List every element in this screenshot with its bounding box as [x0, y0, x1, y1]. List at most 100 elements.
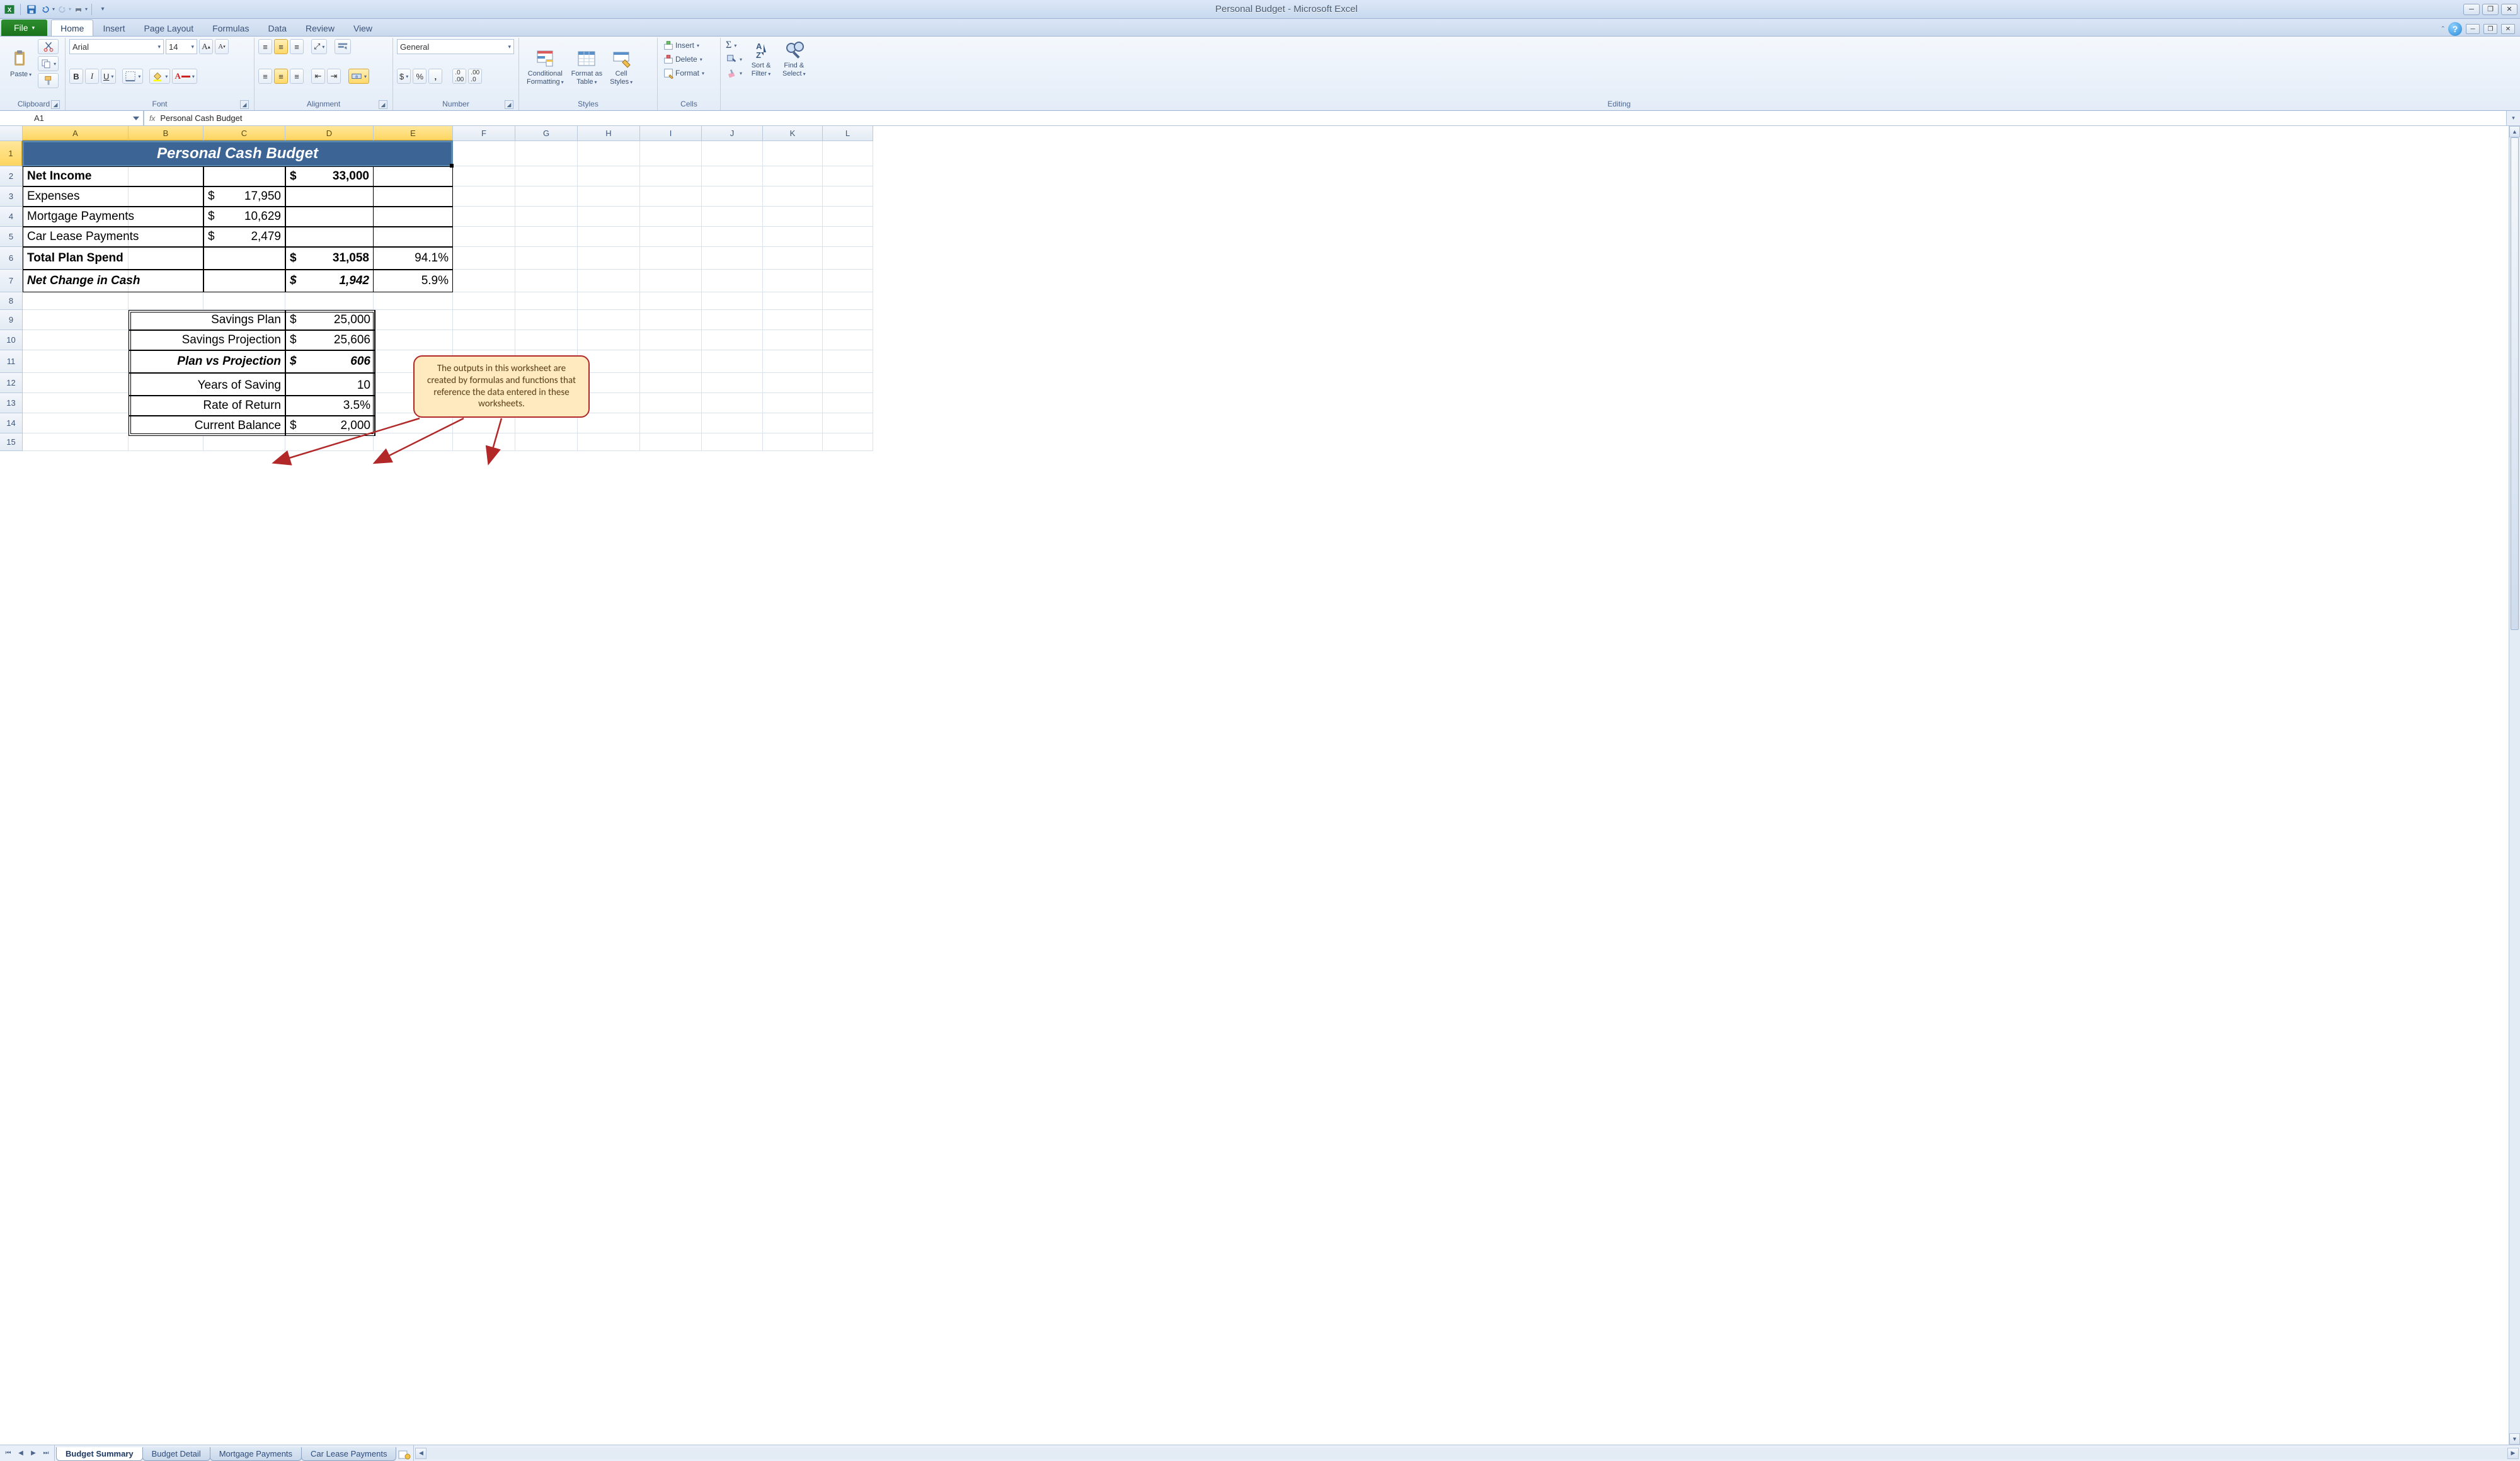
row-header-10[interactable]: 10 — [0, 330, 23, 350]
col-header-B[interactable]: B — [129, 126, 203, 141]
row-header-5[interactable]: 5 — [0, 227, 23, 247]
scroll-left-button[interactable]: ◀ — [415, 1448, 427, 1459]
delete-cells-button[interactable]: Delete — [662, 53, 716, 66]
fill-color-button[interactable] — [149, 69, 170, 84]
cell-b13[interactable]: Rate of Return — [129, 396, 285, 416]
format-as-table-button[interactable]: Format as Table — [568, 39, 607, 96]
row-header-9[interactable]: 9 — [0, 310, 23, 330]
cell-d9[interactable]: $25,000 — [285, 310, 375, 330]
close-button[interactable]: ✕ — [2501, 4, 2517, 15]
ribbon-minimize-icon[interactable]: ˆ — [2442, 25, 2444, 34]
insert-cells-button[interactable]: Insert — [662, 39, 716, 52]
font-size-combo[interactable]: 14▾ — [166, 39, 197, 54]
redo-icon[interactable] — [57, 3, 71, 16]
align-middle-icon[interactable]: ≡ — [274, 39, 288, 54]
cell-e6[interactable]: 94.1% — [374, 247, 453, 270]
tab-insert[interactable]: Insert — [93, 20, 134, 36]
cell-c7[interactable] — [203, 270, 285, 292]
horizontal-scrollbar[interactable]: ◀ ▶ — [413, 1445, 2520, 1461]
row-header-14[interactable]: 14 — [0, 413, 23, 433]
cell-e3[interactable] — [374, 186, 453, 207]
undo-icon[interactable] — [41, 3, 55, 16]
col-header-K[interactable]: K — [763, 126, 823, 141]
sheet-tab-car-lease-payments[interactable]: Car Lease Payments — [301, 1447, 396, 1461]
workbook-close-button[interactable]: ✕ — [2501, 24, 2515, 34]
cell-a7[interactable]: Net Change in Cash — [23, 270, 203, 292]
paste-button[interactable]: Paste — [6, 39, 35, 88]
cell-c3[interactable]: $17,950 — [203, 186, 285, 207]
row-header-13[interactable]: 13 — [0, 393, 23, 413]
increase-indent-icon[interactable]: ⇥ — [327, 69, 341, 84]
decrease-indent-icon[interactable]: ⇤ — [311, 69, 325, 84]
find-select-button[interactable]: Find & Select — [779, 39, 810, 79]
cell-d2[interactable]: $33,000 — [285, 166, 374, 186]
row-header-2[interactable]: 2 — [0, 166, 23, 186]
row-header-3[interactable]: 3 — [0, 186, 23, 207]
sheet-tab-budget-detail[interactable]: Budget Detail — [142, 1447, 210, 1461]
expand-formula-bar[interactable]: ▾ — [2506, 111, 2520, 125]
row-header-7[interactable]: 7 — [0, 270, 23, 292]
row-header-11[interactable]: 11 — [0, 350, 23, 373]
cell-d6[interactable]: $31,058 — [285, 247, 374, 270]
row-header-8[interactable]: 8 — [0, 292, 23, 310]
tab-prev-icon[interactable]: ◀ — [15, 1448, 26, 1459]
sort-filter-button[interactable]: AZ Sort & Filter — [747, 39, 775, 79]
cell-d4[interactable] — [285, 207, 374, 227]
qat-customize-icon[interactable]: ▾ — [96, 3, 110, 16]
font-color-button[interactable]: A — [172, 69, 197, 84]
cell-a2[interactable]: Net Income — [23, 166, 203, 186]
cell-b14[interactable]: Current Balance — [129, 416, 285, 436]
cell-c5[interactable]: $2,479 — [203, 227, 285, 247]
tab-view[interactable]: View — [344, 20, 382, 36]
tab-review[interactable]: Review — [296, 20, 344, 36]
row-header-12[interactable]: 12 — [0, 373, 23, 393]
save-icon[interactable] — [25, 3, 38, 16]
copy-icon[interactable] — [38, 56, 59, 71]
sheet-tab-budget-summary[interactable]: Budget Summary — [56, 1447, 143, 1461]
tab-home[interactable]: Home — [51, 20, 93, 36]
clipboard-launcher[interactable]: ◢ — [51, 100, 60, 109]
align-bottom-icon[interactable]: ≡ — [290, 39, 304, 54]
align-left-icon[interactable]: ≡ — [258, 69, 272, 84]
align-center-icon[interactable]: ≡ — [274, 69, 288, 84]
cell-title[interactable]: Personal Cash Budget — [23, 141, 452, 166]
col-header-H[interactable]: H — [578, 126, 640, 141]
cell-d10[interactable]: $25,606 — [285, 330, 375, 350]
cell-a3[interactable]: Expenses — [23, 186, 203, 207]
minimize-button[interactable]: ─ — [2463, 4, 2480, 15]
number-format-combo[interactable]: General▾ — [397, 39, 514, 54]
cut-icon[interactable] — [38, 39, 59, 54]
tab-file[interactable]: File▾ — [1, 20, 47, 36]
merge-center-icon[interactable]: a — [348, 69, 369, 84]
cell-c4[interactable]: $10,629 — [203, 207, 285, 227]
print-icon[interactable] — [74, 3, 88, 16]
tab-formulas[interactable]: Formulas — [203, 20, 258, 36]
col-header-F[interactable]: F — [453, 126, 515, 141]
col-header-A[interactable]: A — [23, 126, 129, 141]
tab-next-icon[interactable]: ▶ — [28, 1448, 39, 1459]
clear-button[interactable] — [724, 67, 743, 79]
vertical-scrollbar[interactable]: ▲ ▼ — [2509, 126, 2520, 1445]
cell-b12[interactable]: Years of Saving — [129, 373, 285, 396]
workbook-minimize-button[interactable]: ─ — [2466, 24, 2480, 34]
cell-d3[interactable] — [285, 186, 374, 207]
cell-d14[interactable]: $2,000 — [285, 416, 375, 436]
cell-d13[interactable]: 3.5% — [285, 396, 375, 416]
cell-d5[interactable] — [285, 227, 374, 247]
col-header-L[interactable]: L — [823, 126, 873, 141]
sheet-tab-mortgage-payments[interactable]: Mortgage Payments — [210, 1447, 302, 1461]
comma-format-icon[interactable]: , — [428, 69, 442, 84]
font-launcher[interactable]: ◢ — [240, 100, 249, 109]
shrink-font-icon[interactable]: A▾ — [215, 39, 229, 54]
col-header-I[interactable]: I — [640, 126, 702, 141]
autosum-button[interactable]: Σ — [724, 39, 743, 52]
cell-styles-button[interactable]: Cell Styles — [606, 39, 636, 96]
scroll-down-button[interactable]: ▼ — [2509, 1433, 2520, 1445]
tab-last-icon[interactable]: ⏭ — [40, 1448, 52, 1459]
align-right-icon[interactable]: ≡ — [290, 69, 304, 84]
cell-c2[interactable] — [203, 166, 285, 186]
row-header-15[interactable]: 15 — [0, 433, 23, 451]
cell-b10[interactable]: Savings Projection — [129, 330, 285, 350]
borders-button[interactable] — [122, 69, 143, 84]
col-header-J[interactable]: J — [702, 126, 763, 141]
